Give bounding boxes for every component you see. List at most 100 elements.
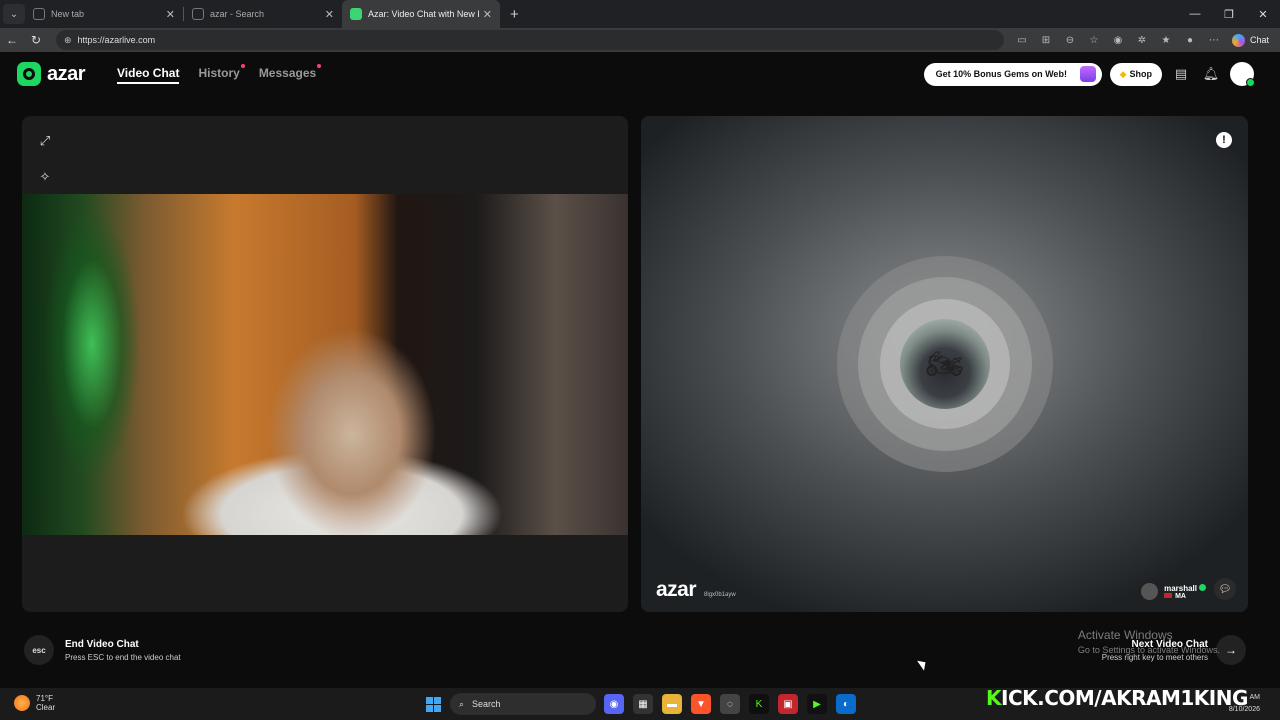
profile-icon[interactable]: ● (1178, 35, 1202, 46)
activate-sub: Go to Settings to activate Windows. (1077, 645, 1220, 655)
bell-icon[interactable]: 🔔︎ (1200, 63, 1222, 85)
back-icon[interactable]: ← (0, 33, 24, 47)
site-info-icon[interactable]: ⊕ (64, 35, 72, 46)
search-icon: ⌕ (459, 698, 465, 709)
tab-favicon (33, 8, 45, 20)
app-red-icon[interactable]: ▣ (778, 694, 798, 714)
mouse-cursor (917, 657, 929, 671)
matching-ring-middle: 🏍︎ (858, 277, 1032, 451)
tab-label: azar - Search (210, 9, 265, 19)
matching-ring-inner: 🏍︎ (880, 299, 1010, 429)
nav-messages[interactable]: Messages (258, 64, 322, 84)
tab-azar-search[interactable]: azar - Search ✕ (184, 0, 342, 28)
end-video-chat[interactable]: esc End Video Chat Press ESC to end the … (24, 635, 181, 665)
refresh-icon[interactable]: ↻ (24, 33, 48, 47)
peer-video-panel: ! 🏍︎ azar 8lgx0b1ayw marshall MA 💬︎ (641, 116, 1248, 612)
peer-profile-photo: 🏍︎ (900, 319, 990, 409)
gems-promo-button[interactable]: Get 10% Bonus Gems on Web! (923, 62, 1102, 86)
azar-favicon (350, 8, 362, 20)
browser-toolbar: ▭ ⊞ ⊖ ☆ ◉ ✲ ★ ● ⋯ (1010, 35, 1226, 46)
nav-history[interactable]: History (198, 64, 245, 84)
activate-title: Activate Windows (1077, 628, 1173, 642)
new-tab-button[interactable]: + (510, 6, 519, 23)
favorites-icon[interactable]: ★ (1154, 35, 1178, 46)
windows-start-icon[interactable] (426, 697, 441, 712)
expand-icon[interactable]: ⤢ (34, 130, 56, 152)
edge-icon[interactable]: ◐ (836, 694, 856, 714)
taskbar-search[interactable]: ⌕ Search (450, 693, 596, 715)
store-icon[interactable]: ▤ (1170, 63, 1192, 85)
activate-windows-watermark: Activate Windows Go to Settings to activ… (1078, 628, 1220, 655)
system-clock[interactable]: AM 8/10/2026 (1229, 692, 1260, 716)
more-icon[interactable]: ⋯ (1202, 35, 1226, 46)
weather-widget[interactable]: 71°F Clear (14, 694, 55, 712)
watermark-id: 8lgx0b1ayw (704, 592, 736, 598)
browser-tab-bar: ⌄ New tab ✕ azar - Search ✕ Azar: Video … (0, 0, 1280, 28)
address-input[interactable]: ⊕ https://azarlive.com (56, 30, 1004, 50)
peer-info[interactable]: marshall MA (1141, 583, 1206, 600)
close-window-icon[interactable]: ✕ (1246, 0, 1280, 28)
report-icon[interactable]: ! (1216, 132, 1232, 148)
arrow-right-icon[interactable]: → (1216, 635, 1246, 665)
tab-new-tab[interactable]: New tab ✕ (25, 0, 183, 28)
close-icon[interactable]: ✕ (325, 8, 334, 21)
store-icon[interactable]: ▦ (633, 694, 653, 714)
user-avatar[interactable] (1230, 62, 1255, 87)
peer-name-row: marshall (1164, 583, 1206, 593)
brave-icon[interactable]: ▼ (691, 694, 711, 714)
address-bar-row: ← ↻ ⊕ https://azarlive.com ▭ ⊞ ⊖ ☆ ◉ ✲ ★… (0, 28, 1280, 52)
stream-overlay-text: KICK.COM/AKRAM1KING (986, 686, 1248, 710)
discord-icon[interactable]: ◉ (604, 694, 624, 714)
shop-label: Shop (1129, 69, 1153, 79)
notification-dot (317, 64, 322, 68)
window-controls: — ❐ ✕ (1178, 0, 1280, 28)
azar-logo-icon (17, 62, 41, 86)
restore-icon[interactable]: ❐ (1212, 0, 1246, 28)
peer-country-row: MA (1164, 592, 1206, 600)
effects-wand-icon[interactable]: ✧ (34, 166, 56, 188)
minimize-icon[interactable]: — (1178, 0, 1212, 28)
azar-logo[interactable]: azar (17, 62, 86, 86)
header-actions: Get 10% Bonus Gems on Web! ◆ Shop ▤ 🔔︎ (923, 62, 1255, 87)
matching-rings: 🏍︎ (837, 256, 1053, 472)
copilot-label: Chat (1250, 35, 1270, 45)
esc-key-button[interactable]: esc (24, 635, 54, 665)
app-available-icon[interactable]: ⊞ (1034, 35, 1058, 46)
tab-azar-video-chat[interactable]: Azar: Video Chat with New Pe ✕ (342, 0, 500, 28)
main-nav: Video Chat History Messages (117, 64, 322, 84)
gift-icon (1079, 66, 1096, 82)
file-explorer-icon[interactable]: ▬ (662, 694, 682, 714)
watermark-logo: azar (656, 578, 697, 601)
favorite-star-icon[interactable]: ☆ (1082, 35, 1106, 46)
search-icon (192, 8, 204, 20)
copilot-icon (1232, 33, 1245, 47)
close-icon[interactable]: ✕ (483, 8, 492, 21)
self-camera-feed (22, 194, 628, 535)
tab-list-button[interactable]: ⌄ (3, 4, 25, 24)
nav-messages-label: Messages (258, 66, 317, 80)
end-chat-hint: Press ESC to end the video chat (65, 652, 181, 662)
app-icon[interactable]: ◌ (720, 694, 740, 714)
nav-video-chat[interactable]: Video Chat (117, 66, 180, 84)
shop-button[interactable]: ◆ Shop (1109, 62, 1162, 86)
copilot-chat-button[interactable]: Chat (1232, 33, 1270, 47)
stream-domain: ICK.COM/AKRAM1KING (1001, 686, 1248, 710)
play-icon[interactable]: ▶ (807, 694, 827, 714)
weather-icon (14, 695, 30, 711)
zoom-icon[interactable]: ⊖ (1058, 35, 1082, 46)
weather-condition: Clear (36, 703, 56, 712)
extensions-puzzle-icon[interactable]: ✲ (1130, 35, 1154, 46)
kick-app-icon[interactable]: K (749, 694, 769, 714)
close-icon[interactable]: ✕ (166, 8, 175, 21)
clock-time: AM (1249, 694, 1261, 701)
taskbar-apps: ◉ ▦ ▬ ▼ ◌ K ▣ ▶ ◐ (604, 694, 856, 714)
nav-history-label: History (198, 66, 240, 80)
clock-date: 8/10/2026 (1228, 706, 1260, 713)
extension-icon[interactable]: ◉ (1106, 35, 1130, 46)
temperature: 71°F (36, 694, 53, 703)
chat-bubble-icon[interactable]: 💬︎ (1214, 578, 1236, 600)
gems-promo-label: Get 10% Bonus Gems on Web! (935, 69, 1067, 79)
azar-watermark: azar 8lgx0b1ayw (656, 578, 736, 602)
peer-country: MA (1175, 592, 1186, 600)
camera-icon[interactable]: ▭ (1010, 35, 1034, 46)
